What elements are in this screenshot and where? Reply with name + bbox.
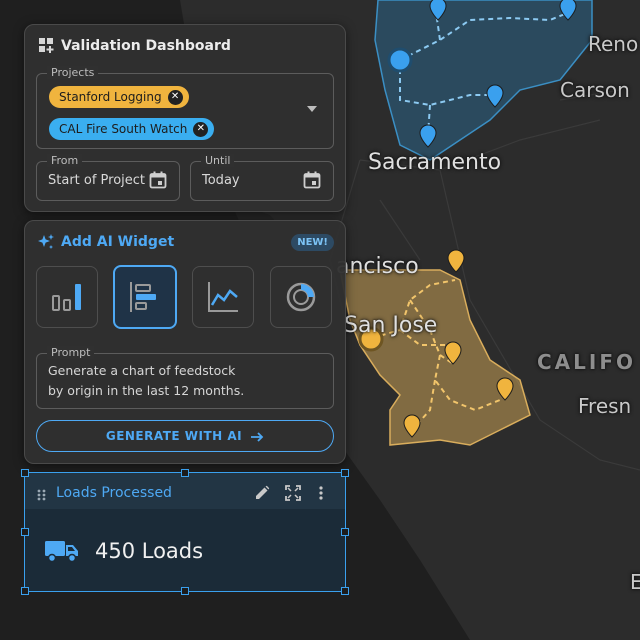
bar-chart-icon: [52, 284, 81, 311]
map-label-sacramento: Sacramento: [368, 150, 502, 175]
map-label-san-jose: San Jose: [344, 313, 438, 338]
resize-handle-br[interactable]: [341, 587, 349, 595]
resize-handle-mr[interactable]: [341, 528, 349, 536]
bar-chart-widget-button[interactable]: [36, 266, 98, 328]
from-date-field[interactable]: From Start of Project: [36, 154, 180, 201]
until-value: Today: [202, 173, 240, 188]
loads-value: 450 Loads: [95, 539, 204, 563]
chevron-down-icon[interactable]: [307, 106, 317, 112]
map-label-san-francisco: ancisco: [336, 254, 419, 279]
truck-icon: [45, 539, 79, 567]
dashboard-title: Validation Dashboard: [61, 37, 231, 54]
calendar-icon[interactable]: [303, 171, 321, 193]
calendar-icon[interactable]: [149, 171, 167, 193]
from-label: From: [47, 154, 83, 167]
dashboard-header: Validation Dashboard: [38, 37, 231, 54]
chip-remove-icon[interactable]: ✕: [167, 89, 183, 105]
donut-chart-widget-button[interactable]: [270, 266, 332, 328]
resize-handle-tl[interactable]: [21, 469, 29, 477]
add-ai-widget-panel: Add AI Widget NEW! Prompt Generate a cha…: [24, 220, 346, 464]
resize-handle-bl[interactable]: [21, 587, 29, 595]
chip-stanford-logging[interactable]: Stanford Logging ✕: [49, 86, 189, 108]
until-label: Until: [201, 154, 235, 167]
resize-handle-bm[interactable]: [181, 587, 189, 595]
prompt-text-line-2: by origin in the last 12 months.: [48, 383, 245, 398]
prompt-text-line-1: Generate a chart of feedstock: [48, 363, 236, 378]
edit-icon[interactable]: [254, 485, 270, 505]
loads-processed-widget[interactable]: Loads Processed 450 Loads: [21, 469, 349, 595]
loads-header: Loads Processed: [25, 473, 345, 509]
line-chart-icon: [208, 282, 238, 312]
horizontal-bar-icon: [130, 282, 156, 312]
prompt-label: Prompt: [47, 346, 95, 359]
chip-label: Stanford Logging: [59, 90, 162, 104]
chip-cal-fire-south-watch[interactable]: CAL Fire South Watch ✕: [49, 118, 215, 140]
loads-title: Loads Processed: [56, 485, 172, 501]
projects-select[interactable]: Projects Stanford Logging ✕ CAL Fire Sou…: [36, 66, 334, 149]
resize-handle-ml[interactable]: [21, 528, 29, 536]
map-label-edge: E: [630, 570, 640, 594]
dashboard-add-icon: [38, 37, 55, 54]
map-label-california: CALIFO: [537, 350, 637, 374]
from-value: Start of Project: [48, 173, 146, 188]
generate-label: GENERATE WITH AI: [105, 429, 243, 443]
new-badge: NEW!: [291, 234, 334, 251]
until-date-field[interactable]: Until Today: [190, 154, 334, 201]
horizontal-bar-widget-button[interactable]: [113, 265, 177, 329]
fullscreen-icon[interactable]: [285, 485, 301, 505]
sparkle-icon: [37, 233, 55, 251]
prompt-field[interactable]: Prompt Generate a chart of feedstock by …: [36, 346, 334, 409]
resize-handle-tm[interactable]: [181, 469, 189, 477]
drag-handle-icon[interactable]: [37, 486, 47, 501]
more-options-icon[interactable]: [317, 485, 325, 505]
chip-remove-icon[interactable]: ✕: [193, 121, 209, 137]
map-label-fresno: Fresn: [578, 394, 632, 418]
line-chart-widget-button[interactable]: [192, 266, 254, 328]
chip-label: CAL Fire South Watch: [59, 122, 188, 136]
validation-dashboard-panel: Validation Dashboard Projects Stanford L…: [24, 24, 346, 212]
ai-widget-title: Add AI Widget: [61, 234, 175, 250]
blue-origin-marker[interactable]: [387, 47, 413, 73]
generate-with-ai-button[interactable]: GENERATE WITH AI: [36, 420, 334, 452]
projects-label: Projects: [47, 66, 99, 79]
resize-handle-tr[interactable]: [341, 469, 349, 477]
donut-chart-icon: [286, 282, 316, 312]
ai-widget-header: Add AI Widget: [37, 233, 174, 251]
map-label-reno: Reno: [588, 32, 639, 56]
arrow-right-icon: [250, 429, 264, 443]
map-label-carson: Carson: [560, 78, 630, 102]
